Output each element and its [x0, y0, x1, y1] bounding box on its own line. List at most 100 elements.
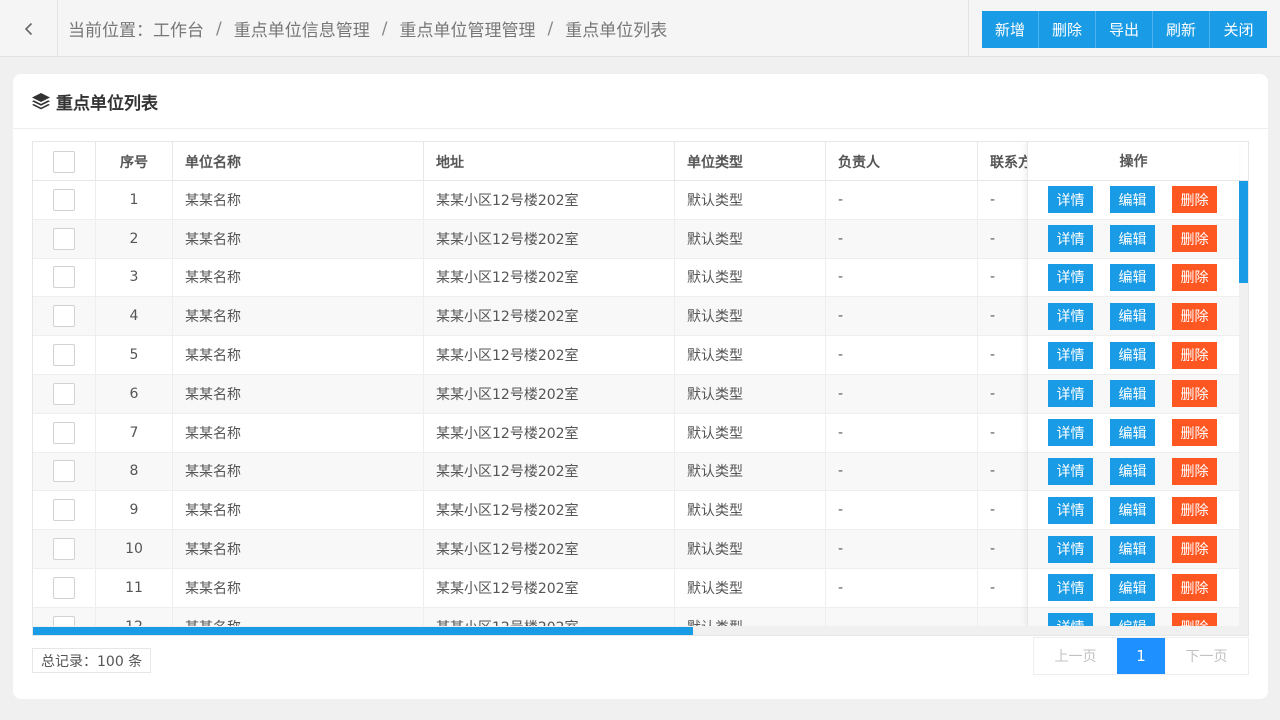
- export-button[interactable]: 导出: [1096, 11, 1153, 48]
- cell-owner: -: [826, 568, 978, 607]
- row-actions: 详情编辑删除: [1028, 414, 1239, 453]
- breadcrumb-item-unit-manage[interactable]: 重点单位管理管理: [399, 16, 535, 41]
- next-page-button[interactable]: 下一页: [1165, 638, 1248, 674]
- row-delete-button[interactable]: 删除: [1172, 186, 1217, 214]
- edit-button[interactable]: 编辑: [1110, 263, 1155, 291]
- pagination: 上一页 1 下一页: [1033, 637, 1249, 675]
- column-header-actions: 操作: [1028, 142, 1239, 181]
- row-delete-button[interactable]: 删除: [1172, 535, 1217, 563]
- edit-button[interactable]: 编辑: [1110, 496, 1155, 524]
- edit-button[interactable]: 编辑: [1110, 186, 1155, 214]
- row-select-cell: [33, 297, 96, 336]
- back-button[interactable]: [0, 0, 58, 57]
- breadcrumb: 当前位置：工作台 / 重点单位信息管理 / 重点单位管理管理 / 重点单位列表: [68, 0, 667, 57]
- detail-button[interactable]: 详情: [1048, 341, 1093, 369]
- row-checkbox[interactable]: [53, 538, 75, 561]
- detail-button[interactable]: 详情: [1048, 496, 1093, 524]
- edit-button[interactable]: 编辑: [1110, 341, 1155, 369]
- vertical-scrollbar-thumb[interactable]: [1239, 181, 1248, 283]
- row-delete-button[interactable]: 删除: [1172, 225, 1217, 253]
- detail-button[interactable]: 详情: [1048, 457, 1093, 485]
- page-number-current[interactable]: 1: [1117, 638, 1165, 674]
- actions-body: 详情 编辑 删除 详情 编辑 删除 详情 编辑 删除 详情 编辑 删除 详情 编辑 删除 详情 编辑 删除 详情 编辑…: [1028, 181, 1239, 635]
- close-button[interactable]: 关闭: [1210, 11, 1267, 48]
- prev-page-button[interactable]: 上一页: [1034, 638, 1117, 674]
- row-checkbox[interactable]: [53, 266, 75, 289]
- cell-name: 某某名称: [173, 530, 424, 568]
- row-delete-button[interactable]: 删除: [1172, 341, 1217, 369]
- refresh-button[interactable]: 刷新: [1153, 11, 1210, 48]
- row-checkbox[interactable]: [53, 344, 75, 367]
- cell-owner: -: [826, 452, 978, 491]
- toolbar: 新增 删除 导出 刷新 关闭: [968, 0, 1280, 57]
- row-checkbox[interactable]: [53, 499, 75, 522]
- edit-button[interactable]: 编辑: [1110, 380, 1155, 408]
- cell-type: 默认类型: [675, 297, 826, 336]
- edit-button[interactable]: 编辑: [1110, 574, 1155, 602]
- row-delete-button[interactable]: 删除: [1172, 574, 1217, 602]
- cell-owner: -: [826, 374, 978, 413]
- add-button[interactable]: 新增: [982, 11, 1039, 48]
- cell-owner: -: [826, 219, 978, 258]
- row-delete-button[interactable]: 删除: [1172, 380, 1217, 408]
- cell-address: 某某小区12号楼202室: [424, 297, 675, 336]
- cell-name: 某某名称: [173, 374, 424, 413]
- cell-address: 某某小区12号楼202室: [424, 491, 675, 530]
- row-delete-button[interactable]: 删除: [1172, 263, 1217, 291]
- column-header-index: 序号: [96, 142, 173, 181]
- row-delete-button[interactable]: 删除: [1172, 457, 1217, 485]
- cell-owner: -: [826, 297, 978, 336]
- column-header-address: 地址: [424, 142, 675, 181]
- cell-index: 9: [96, 491, 173, 530]
- row-checkbox[interactable]: [53, 227, 75, 250]
- cell-index: 1: [96, 181, 173, 219]
- row-actions: 详情编辑删除: [1028, 297, 1239, 337]
- cell-type: 默认类型: [675, 258, 826, 297]
- cell-index: 6: [96, 374, 173, 413]
- row-select-cell: [33, 452, 96, 491]
- breadcrumb-separator: /: [381, 18, 388, 39]
- cell-address: 某某小区12号楼202室: [424, 568, 675, 607]
- row-select-cell: [33, 568, 96, 607]
- row-delete-button[interactable]: 删除: [1172, 496, 1217, 524]
- edit-button[interactable]: 编辑: [1110, 457, 1155, 485]
- edit-button[interactable]: 编辑: [1110, 535, 1155, 563]
- cell-owner: -: [826, 491, 978, 530]
- breadcrumb-item-unit-info[interactable]: 重点单位信息管理: [234, 16, 370, 41]
- row-checkbox[interactable]: [53, 576, 75, 599]
- select-all-checkbox[interactable]: [53, 150, 75, 173]
- row-actions: 详情编辑删除: [1028, 336, 1239, 375]
- cell-index: 7: [96, 413, 173, 452]
- row-delete-button[interactable]: 删除: [1172, 419, 1217, 447]
- row-checkbox[interactable]: [53, 305, 75, 328]
- detail-button[interactable]: 详情: [1048, 380, 1093, 408]
- cell-address: 某某小区12号楼202室: [424, 258, 675, 297]
- row-checkbox[interactable]: [53, 421, 75, 444]
- detail-button[interactable]: 详情: [1048, 574, 1093, 602]
- breadcrumb-item-workbench[interactable]: 当前位置：工作台: [68, 16, 204, 41]
- row-select-cell: [33, 491, 96, 530]
- horizontal-scrollbar-thumb[interactable]: [33, 627, 693, 635]
- cell-type: 默认类型: [675, 181, 826, 219]
- delete-button[interactable]: 删除: [1039, 11, 1096, 48]
- header-select-all: [33, 142, 96, 181]
- row-actions: 详情编辑删除: [1028, 491, 1239, 531]
- edit-button[interactable]: 编辑: [1110, 225, 1155, 253]
- row-delete-button[interactable]: 删除: [1172, 302, 1217, 330]
- edit-button[interactable]: 编辑: [1110, 302, 1155, 330]
- detail-button[interactable]: 详情: [1048, 225, 1093, 253]
- edit-button[interactable]: 编辑: [1110, 419, 1155, 447]
- cell-name: 某某名称: [173, 568, 424, 607]
- detail-button[interactable]: 详情: [1048, 535, 1093, 563]
- row-select-cell: [33, 336, 96, 374]
- row-checkbox[interactable]: [53, 382, 75, 405]
- row-checkbox[interactable]: [53, 188, 75, 211]
- detail-button[interactable]: 详情: [1048, 302, 1093, 330]
- cell-index: 8: [96, 452, 173, 491]
- detail-button[interactable]: 详情: [1048, 263, 1093, 291]
- cell-name: 某某名称: [173, 491, 424, 530]
- detail-button[interactable]: 详情: [1048, 419, 1093, 447]
- row-checkbox[interactable]: [53, 460, 75, 483]
- detail-button[interactable]: 详情: [1048, 186, 1093, 214]
- cell-name: 某某名称: [173, 258, 424, 297]
